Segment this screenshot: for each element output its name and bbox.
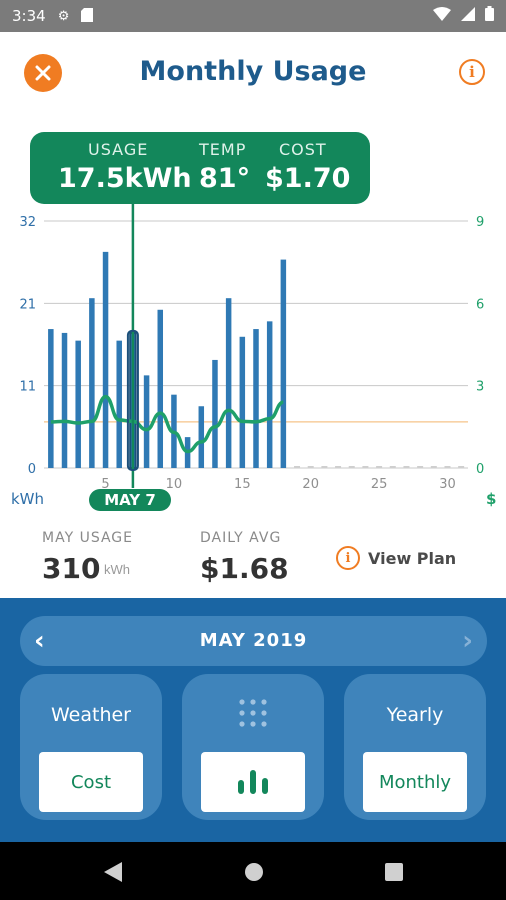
view-mode-tile[interactable]: [182, 674, 324, 820]
bar-chart-icon: [238, 770, 268, 794]
tooltip-usage-label: USAGE: [88, 140, 149, 159]
usage-tooltip: USAGE 17.5kWh TEMP 81° COST $1.70: [30, 132, 370, 204]
signal-icon: [461, 6, 475, 26]
tooltip-cost: COST $1.70: [265, 140, 350, 194]
tooltip-temp-value: 81°: [199, 163, 251, 194]
right-axis-tick: 6: [476, 297, 484, 312]
usage-bar: [48, 329, 54, 468]
left-axis-tick: 32: [19, 215, 36, 230]
app-bar: Monthly Usage i: [0, 32, 506, 112]
right-axis-unit: $: [486, 490, 497, 508]
yearly-tile[interactable]: Yearly Monthly: [344, 674, 486, 820]
tooltip-usage: USAGE 17.5kWh: [58, 140, 192, 194]
view-plan-link[interactable]: i View Plan: [336, 546, 456, 570]
tooltip-usage-value: 17.5kWh: [58, 163, 192, 194]
usage-bar: [280, 259, 287, 468]
home-icon[interactable]: [244, 862, 264, 882]
right-axis-tick: 3: [476, 380, 484, 395]
settings-gear-icon: ⚙: [57, 8, 70, 23]
month-navigator: ‹ MAY 2019 ›: [20, 616, 487, 666]
daily-avg-value: $1.68: [200, 552, 289, 585]
x-axis-tick: 15: [234, 477, 251, 492]
left-axis-unit: kWh: [11, 490, 45, 508]
sd-card-icon: [81, 7, 94, 25]
tooltip-cost-value: $1.70: [265, 163, 351, 194]
back-icon[interactable]: [104, 862, 122, 882]
usage-bar: [102, 251, 109, 468]
usage-bar: [75, 340, 81, 468]
tooltip-temp: TEMP 81°: [199, 140, 250, 194]
usage-bar: [143, 375, 150, 468]
weather-tile-title: Weather: [51, 704, 131, 726]
status-bar: 3:34 ⚙: [0, 0, 506, 32]
usage-bar: [61, 332, 68, 468]
page-title: Monthly Usage: [139, 56, 367, 87]
selected-day-pill: MAY 7: [89, 489, 171, 511]
usage-bar: [266, 321, 273, 468]
wifi-icon: [433, 6, 451, 26]
monthly-toggle-button[interactable]: Monthly: [363, 752, 467, 812]
status-time: 3:34: [12, 7, 46, 25]
usage-bar: [116, 340, 122, 468]
cost-line: [50, 394, 284, 454]
info-button[interactable]: i: [459, 59, 485, 85]
month-usage-value: 310: [42, 552, 101, 585]
x-axis-tick: 30: [439, 477, 456, 492]
battery-icon: [485, 6, 494, 26]
usage-bar: [212, 359, 218, 468]
month-usage-label: MAY USAGE: [42, 530, 133, 546]
left-axis-tick: 0: [28, 462, 36, 477]
weather-tile[interactable]: Weather Cost: [20, 674, 162, 820]
usage-stats: MAY USAGE 310 kWh DAILY AVG $1.68 i View…: [0, 520, 506, 598]
info-icon: i: [469, 63, 475, 81]
right-axis-tick: 9: [476, 215, 484, 230]
tooltip-temp-label: TEMP: [199, 140, 247, 159]
x-axis-tick: 10: [166, 477, 183, 492]
usage-bar: [239, 336, 246, 468]
info-icon: i: [336, 546, 360, 570]
daily-avg-label: DAILY AVG: [200, 530, 282, 546]
tooltip-cost-label: COST: [279, 140, 327, 159]
controls-panel: ‹ MAY 2019 › Weather Cost Yearly Monthly: [0, 598, 506, 842]
recents-icon[interactable]: [385, 863, 403, 881]
x-axis-tick: 25: [371, 477, 388, 492]
month-usage-unit: kWh: [104, 562, 130, 577]
view-plan-label: View Plan: [368, 548, 457, 568]
usage-bar: [89, 298, 95, 468]
usage-bar: [253, 329, 259, 468]
left-axis-tick: 21: [19, 297, 36, 312]
next-month-button[interactable]: ›: [462, 626, 473, 656]
cost-toggle-button[interactable]: Cost: [39, 752, 143, 812]
usage-bar: [225, 298, 232, 468]
grid-dots-icon: [238, 698, 268, 733]
usage-bar: [157, 309, 164, 468]
yearly-tile-title: Yearly: [386, 704, 444, 726]
x-axis-tick: 20: [302, 477, 319, 492]
bar-chart-view-button[interactable]: [201, 752, 305, 812]
system-nav-bar: [0, 842, 506, 900]
usage-bar: [198, 406, 205, 468]
left-axis-tick: 11: [19, 380, 36, 395]
month-label: MAY 2019: [199, 630, 308, 651]
right-axis-tick: 0: [476, 462, 484, 477]
